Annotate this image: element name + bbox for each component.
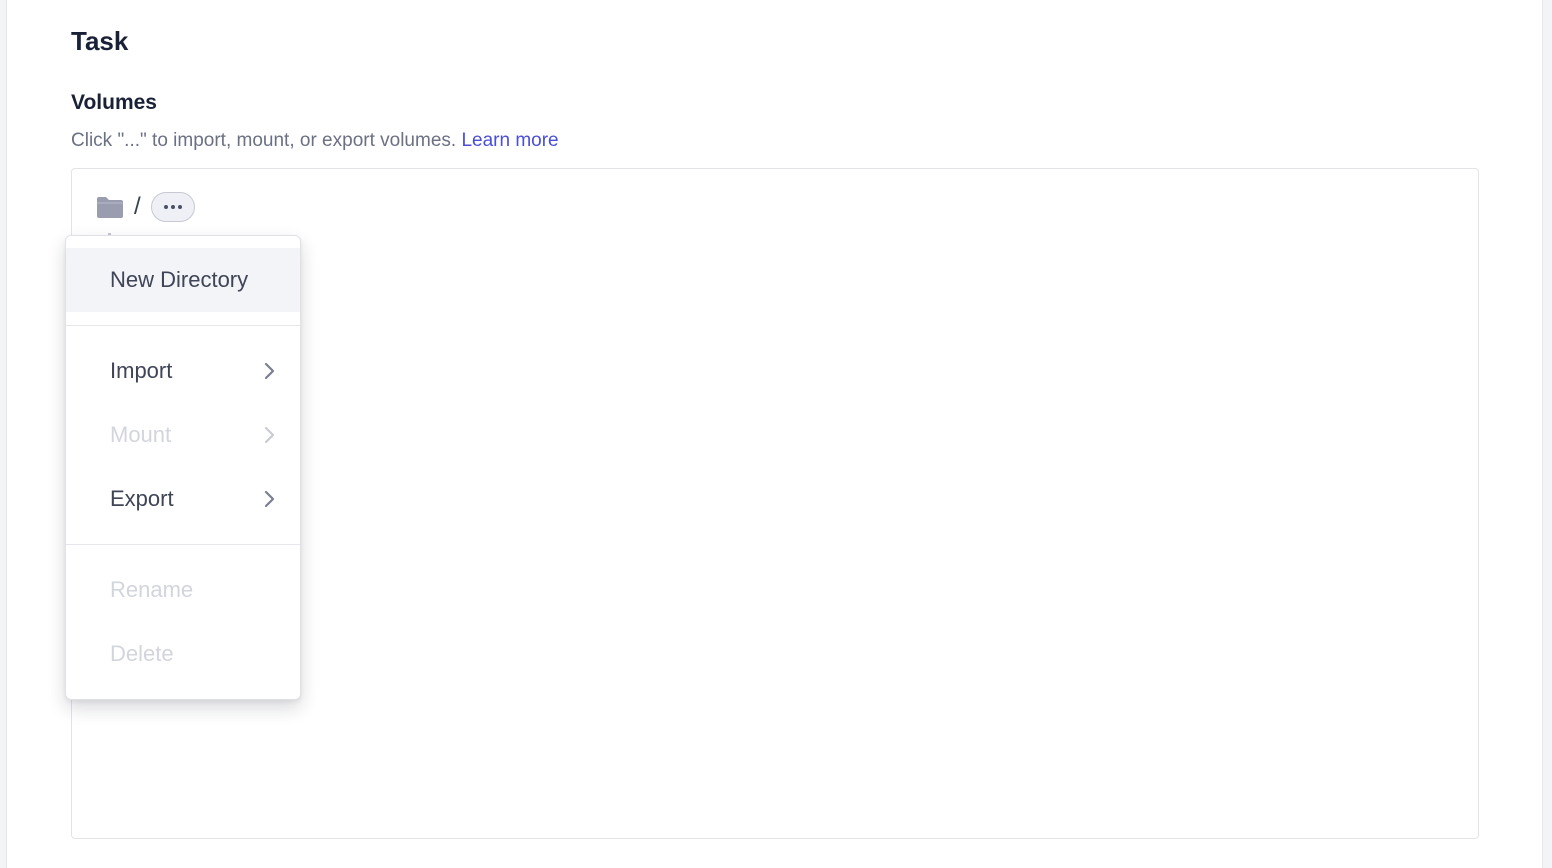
menu-item-import[interactable]: Import (66, 339, 300, 403)
more-options-button[interactable] (150, 192, 195, 222)
menu-item-label: Export (110, 486, 174, 511)
menu-item-label: Import (110, 358, 173, 383)
breadcrumb-root-path[interactable]: / (134, 191, 141, 223)
menu-item-label: New Directory (110, 267, 249, 292)
menu-item-new-directory[interactable]: New Directory (66, 248, 300, 312)
page-title: Task (71, 26, 129, 56)
chevron-right-icon (264, 425, 276, 445)
volumes-description: Click "..." to import, mount, or export … (71, 128, 559, 154)
chevron-right-icon (264, 361, 276, 381)
menu-divider (66, 544, 300, 545)
breadcrumb: / (96, 191, 195, 223)
more-dot (170, 205, 175, 209)
more-dot (177, 205, 182, 209)
main-content: Task Volumes Click "..." to import, moun… (6, 0, 1543, 868)
volumes-heading: Volumes (71, 91, 157, 114)
chevron-right-icon (264, 489, 276, 509)
more-horizontal-icon (163, 205, 168, 209)
menu-item-label: Rename (110, 577, 194, 602)
volume-actions-menu: New Directory Import Mount Export Rename (65, 235, 301, 700)
menu-item-rename: Rename (66, 558, 300, 622)
menu-item-delete: Delete (66, 622, 300, 686)
menu-item-mount: Mount (66, 403, 300, 467)
menu-divider (66, 325, 300, 326)
learn-more-link[interactable]: Learn more (461, 130, 558, 151)
menu-item-export[interactable]: Export (66, 467, 300, 531)
menu-item-label: Mount (110, 422, 172, 447)
menu-item-label: Delete (110, 641, 174, 666)
volumes-description-text: Click "..." to import, mount, or export … (71, 130, 457, 151)
folder-icon (96, 195, 124, 219)
